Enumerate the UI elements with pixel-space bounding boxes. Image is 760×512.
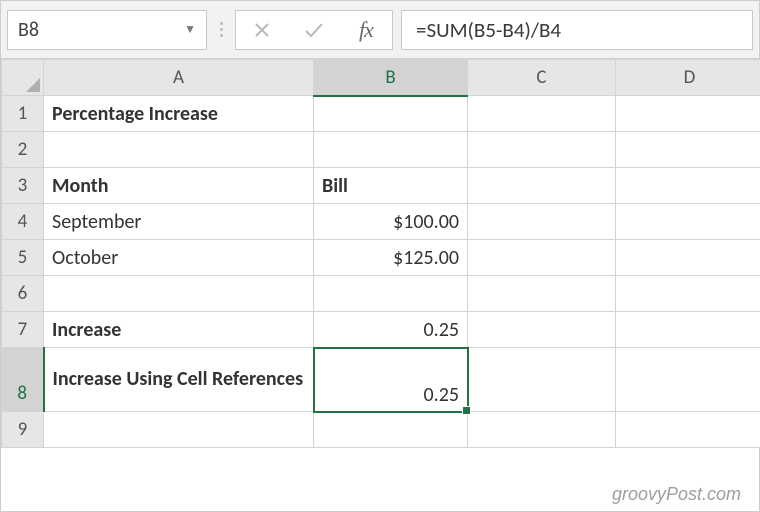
spreadsheet-grid[interactable]: A B C D 1 Percentage Increase 2 3 Month …	[1, 59, 759, 448]
cell-b7[interactable]: 0.25	[314, 312, 468, 348]
check-icon	[303, 21, 325, 39]
col-header-b[interactable]: B	[314, 60, 468, 96]
cell-a1[interactable]: Percentage Increase	[44, 96, 314, 132]
cell-d8[interactable]	[616, 348, 760, 412]
row-header-8[interactable]: 8	[2, 348, 44, 412]
formula-bar: B8 ▼ fx =SUM(B5-B4)/B4	[1, 1, 759, 59]
cell-a2[interactable]	[44, 132, 314, 168]
cell-c2[interactable]	[468, 132, 616, 168]
row-header-5[interactable]: 5	[2, 240, 44, 276]
col-header-a[interactable]: A	[44, 60, 314, 96]
row-header-1[interactable]: 1	[2, 96, 44, 132]
cell-a7[interactable]: Increase	[44, 312, 314, 348]
cell-a3[interactable]: Month	[44, 168, 314, 204]
cell-d6[interactable]	[616, 276, 760, 312]
cancel-formula-button[interactable]	[236, 11, 288, 49]
col-header-d[interactable]: D	[616, 60, 760, 96]
cell-d4[interactable]	[616, 204, 760, 240]
cell-b3[interactable]: Bill	[314, 168, 468, 204]
cell-d5[interactable]	[616, 240, 760, 276]
cell-b9[interactable]	[314, 412, 468, 448]
watermark: groovyPost.com	[612, 484, 741, 505]
cell-b8[interactable]: 0.25	[314, 348, 468, 412]
insert-function-button[interactable]: fx	[340, 11, 392, 49]
accept-formula-button[interactable]	[288, 11, 340, 49]
cell-b6[interactable]	[314, 276, 468, 312]
formula-bar-divider	[215, 22, 227, 37]
name-box-value: B8	[18, 18, 39, 42]
row-header-4[interactable]: 4	[2, 204, 44, 240]
cell-a8[interactable]: Increase Using Cell References	[44, 348, 314, 412]
cell-d2[interactable]	[616, 132, 760, 168]
row-header-2[interactable]: 2	[2, 132, 44, 168]
cell-c5[interactable]	[468, 240, 616, 276]
row-header-7[interactable]: 7	[2, 312, 44, 348]
cell-c1[interactable]	[468, 96, 616, 132]
cell-c9[interactable]	[468, 412, 616, 448]
cell-a6[interactable]	[44, 276, 314, 312]
cell-c4[interactable]	[468, 204, 616, 240]
cell-b4[interactable]: $100.00	[314, 204, 468, 240]
cell-d9[interactable]	[616, 412, 760, 448]
cell-c7[interactable]	[468, 312, 616, 348]
cell-b1[interactable]	[314, 96, 468, 132]
cell-b2[interactable]	[314, 132, 468, 168]
cell-a4[interactable]: September	[44, 204, 314, 240]
select-all-corner[interactable]	[2, 60, 44, 96]
formula-input[interactable]: =SUM(B5-B4)/B4	[401, 10, 753, 50]
cell-a9[interactable]	[44, 412, 314, 448]
x-icon	[253, 21, 271, 39]
row-header-6[interactable]: 6	[2, 276, 44, 312]
cell-a5[interactable]: October	[44, 240, 314, 276]
cell-d1[interactable]	[616, 96, 760, 132]
cell-b5[interactable]: $125.00	[314, 240, 468, 276]
cell-d7[interactable]	[616, 312, 760, 348]
row-header-9[interactable]: 9	[2, 412, 44, 448]
cell-c8[interactable]	[468, 348, 616, 412]
cell-d3[interactable]	[616, 168, 760, 204]
row-header-3[interactable]: 3	[2, 168, 44, 204]
name-box[interactable]: B8 ▼	[7, 10, 207, 50]
cell-c6[interactable]	[468, 276, 616, 312]
formula-text: =SUM(B5-B4)/B4	[416, 17, 561, 43]
col-header-c[interactable]: C	[468, 60, 616, 96]
formula-bar-buttons: fx	[235, 10, 393, 50]
chevron-down-icon[interactable]: ▼	[184, 22, 196, 37]
cell-c3[interactable]	[468, 168, 616, 204]
fx-icon: fx	[359, 17, 373, 43]
